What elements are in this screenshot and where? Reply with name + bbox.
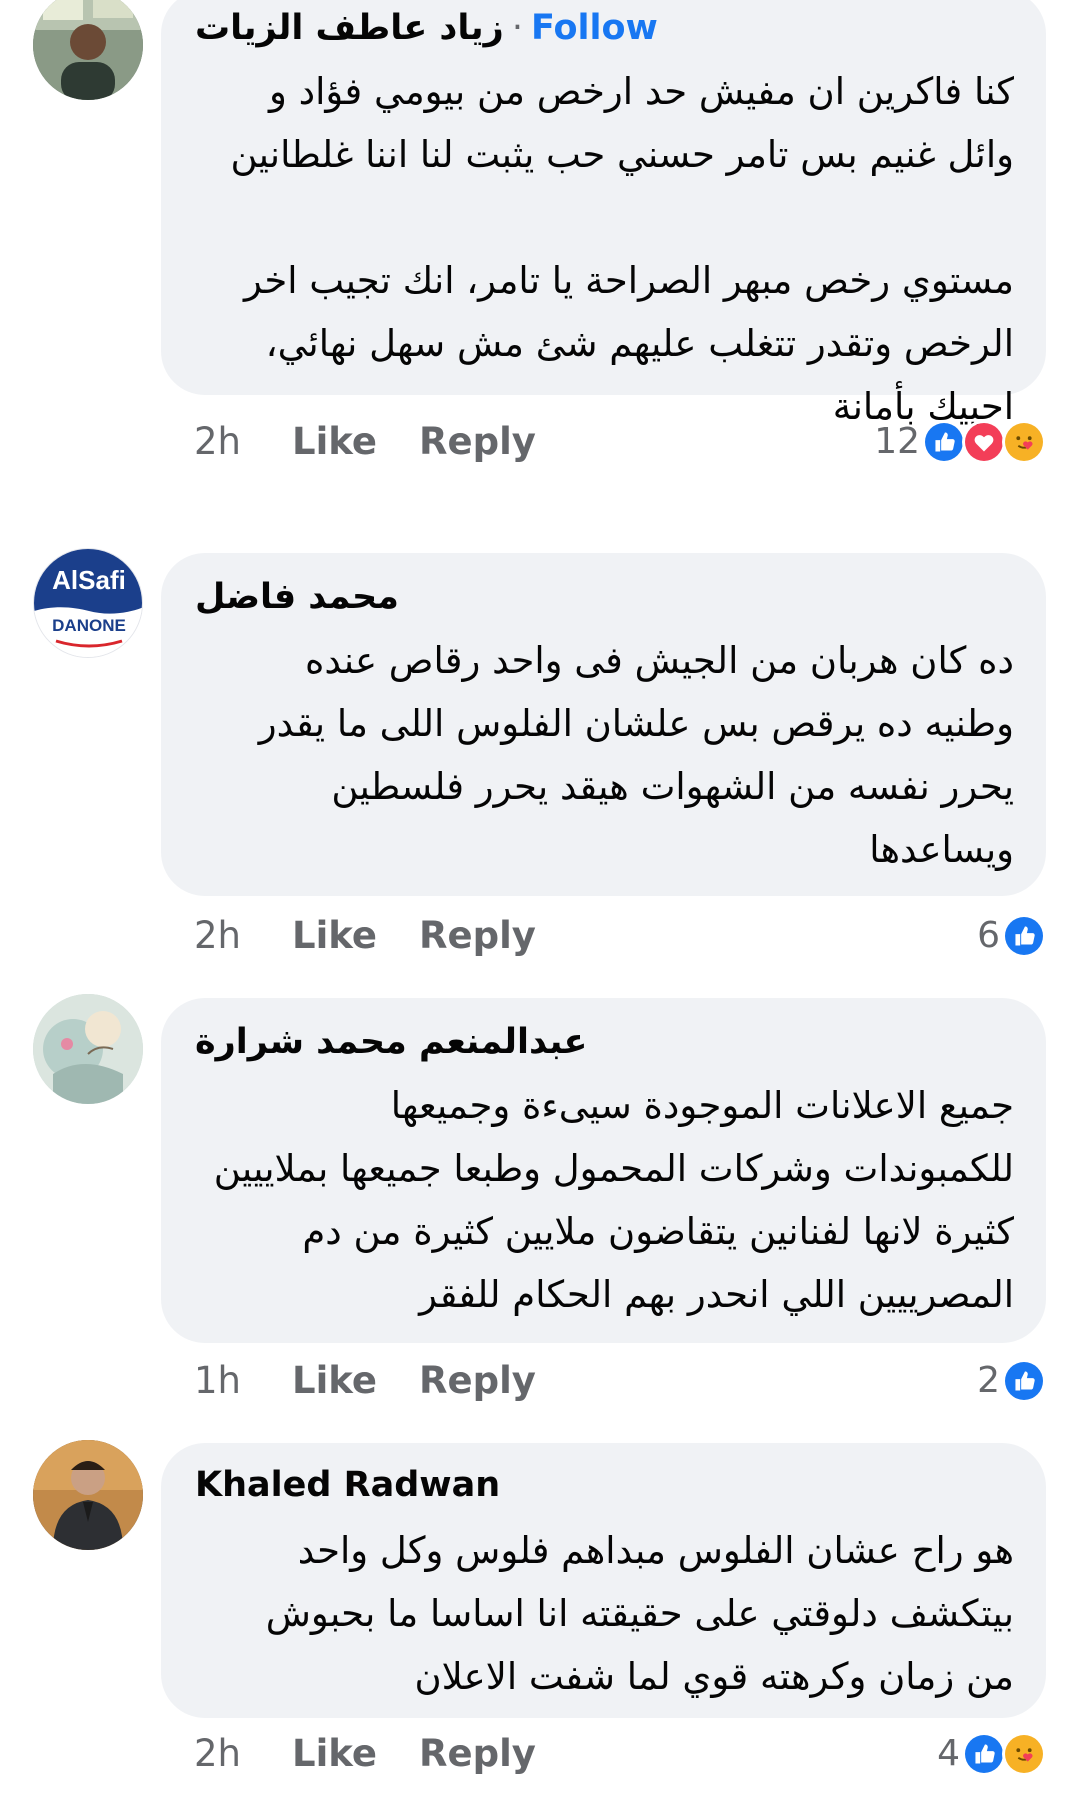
avatar[interactable]: AlSafi DANONE [33, 548, 143, 658]
reply-button[interactable]: Reply [419, 1351, 536, 1411]
logo-text: AlSafi [52, 565, 126, 595]
reaction-count: 4 [937, 1733, 960, 1774]
reply-button[interactable]: Reply [419, 412, 536, 472]
comment-line: يحرر نفسه من الشهوات هيقد يحرر فلسطين [331, 765, 1014, 808]
comment-actions: 1h Like Reply 2 [0, 1351, 1080, 1411]
comment-line: كثيرة لانها لفنانين يتقاضون ملايين كثيرة… [302, 1210, 1014, 1253]
like-button[interactable]: Like [292, 906, 377, 966]
reaction-summary[interactable]: 12 [874, 420, 1046, 464]
avatar-photo [33, 0, 143, 100]
comment-bubble: Khaled Radwan هو راح عشان الفلوس مبداهم … [161, 1443, 1046, 1718]
like-icon [962, 1732, 1006, 1776]
like-icon [1002, 914, 1046, 958]
care-icon [1002, 420, 1046, 464]
care-icon [1002, 1732, 1046, 1776]
comment-line: ويساعدها [869, 828, 1014, 871]
comment-text: كنا فاكرين ان مفيش حد ارخص من بيومي فؤاد… [195, 60, 1014, 438]
comment-text: ده كان هربان من الجيش فى واحد رقاص عنده … [195, 629, 1014, 881]
follow-button[interactable]: Follow [531, 8, 658, 48]
like-button[interactable]: Like [292, 412, 377, 472]
comment-author[interactable]: زياد عاطف الزيات [195, 8, 504, 48]
logo-text: DANONE [52, 616, 126, 635]
comment-time[interactable]: 2h [194, 1724, 241, 1784]
avatar-photo [33, 994, 143, 1104]
comment-text: جميع الاعلانات الموجودة سيىءة وجميعها لل… [195, 1074, 1014, 1326]
reaction-count: 12 [874, 421, 920, 462]
reaction-summary[interactable]: 2 [977, 1359, 1046, 1403]
comment-line: الرخص وتقدر تتغلب عليهم شئ مش سهل نهائي، [265, 322, 1014, 365]
comment-line: ده كان هربان من الجيش فى واحد رقاص عنده [304, 639, 1014, 682]
comment-bubble: زياد عاطف الزيات · Follow كنا فاكرين ان مف… [161, 0, 1046, 428]
comment-line: بيتكشف دلوقتي على حقيقته انا اساسا ما بح… [265, 1592, 1014, 1635]
comment-line: وطنيه ده يرقص بس علشان الفلوس اللى ما يق… [258, 702, 1014, 745]
avatar-photo [33, 1440, 143, 1550]
comment-actions: 2h Like Reply 4 [0, 1724, 1080, 1784]
comment-line: المصرييين اللي انحدر بهم الحكام للفقر [419, 1273, 1014, 1316]
comment-line: للكمبوندات وشركات المحمول وطبعا جميعها ب… [213, 1147, 1014, 1190]
comment-bubble: محمد فاضل ده كان هربان من الجيش فى واحد … [161, 553, 1046, 896]
comment-actions: 2h Like Reply 12 [0, 412, 1080, 472]
comment-bubble: عبدالمنعم محمد شرارة جميع الاعلانات المو… [161, 998, 1046, 1343]
comment-actions: 2h Like Reply 6 [0, 906, 1080, 966]
comment-time[interactable]: 2h [194, 906, 241, 966]
comment-author[interactable]: Khaled Radwan [195, 1465, 500, 1505]
like-icon [922, 420, 966, 464]
avatar[interactable] [33, 0, 143, 100]
like-icon [1002, 1359, 1046, 1403]
comment-line: جميع الاعلانات الموجودة سيىءة وجميعها [390, 1084, 1014, 1127]
reaction-summary[interactable]: 4 [937, 1732, 1046, 1776]
reaction-count: 6 [977, 915, 1000, 956]
comment-author[interactable]: محمد فاضل [195, 577, 399, 617]
comment-line: وائل غنيم بس تامر حسني حب يثبت لنا اننا … [230, 133, 1014, 176]
reaction-summary[interactable]: 6 [977, 914, 1046, 958]
like-button[interactable]: Like [292, 1351, 377, 1411]
alsafi-danone-logo: AlSafi DANONE [34, 549, 142, 657]
reply-button[interactable]: Reply [419, 1724, 536, 1784]
reaction-count: 2 [977, 1360, 1000, 1401]
comment-author[interactable]: عبدالمنعم محمد شرارة [195, 1022, 587, 1062]
comment-author-row: زياد عاطف الزيات · Follow [195, 8, 658, 48]
avatar[interactable] [33, 994, 143, 1104]
comment-line: من زمان وكرهته قوي لما شفت الاعلان [414, 1655, 1014, 1698]
separator-dot: · [511, 8, 523, 48]
comment-line: مستوي رخص مبهر الصراحة يا تامر، انك تجيب… [243, 259, 1014, 302]
like-button[interactable]: Like [292, 1724, 377, 1784]
comment-line [195, 186, 1014, 249]
reply-button[interactable]: Reply [419, 906, 536, 966]
comment-line: هو راح عشان الفلوس مبداهم فلوس وكل واحد [297, 1529, 1014, 1572]
avatar[interactable] [33, 1440, 143, 1550]
comment-text: هو راح عشان الفلوس مبداهم فلوس وكل واحد … [195, 1519, 1014, 1708]
love-icon [962, 420, 1006, 464]
comment-line: كنا فاكرين ان مفيش حد ارخص من بيومي فؤاد… [269, 70, 1014, 113]
comment-time[interactable]: 1h [194, 1351, 241, 1411]
comment-time[interactable]: 2h [194, 412, 241, 472]
